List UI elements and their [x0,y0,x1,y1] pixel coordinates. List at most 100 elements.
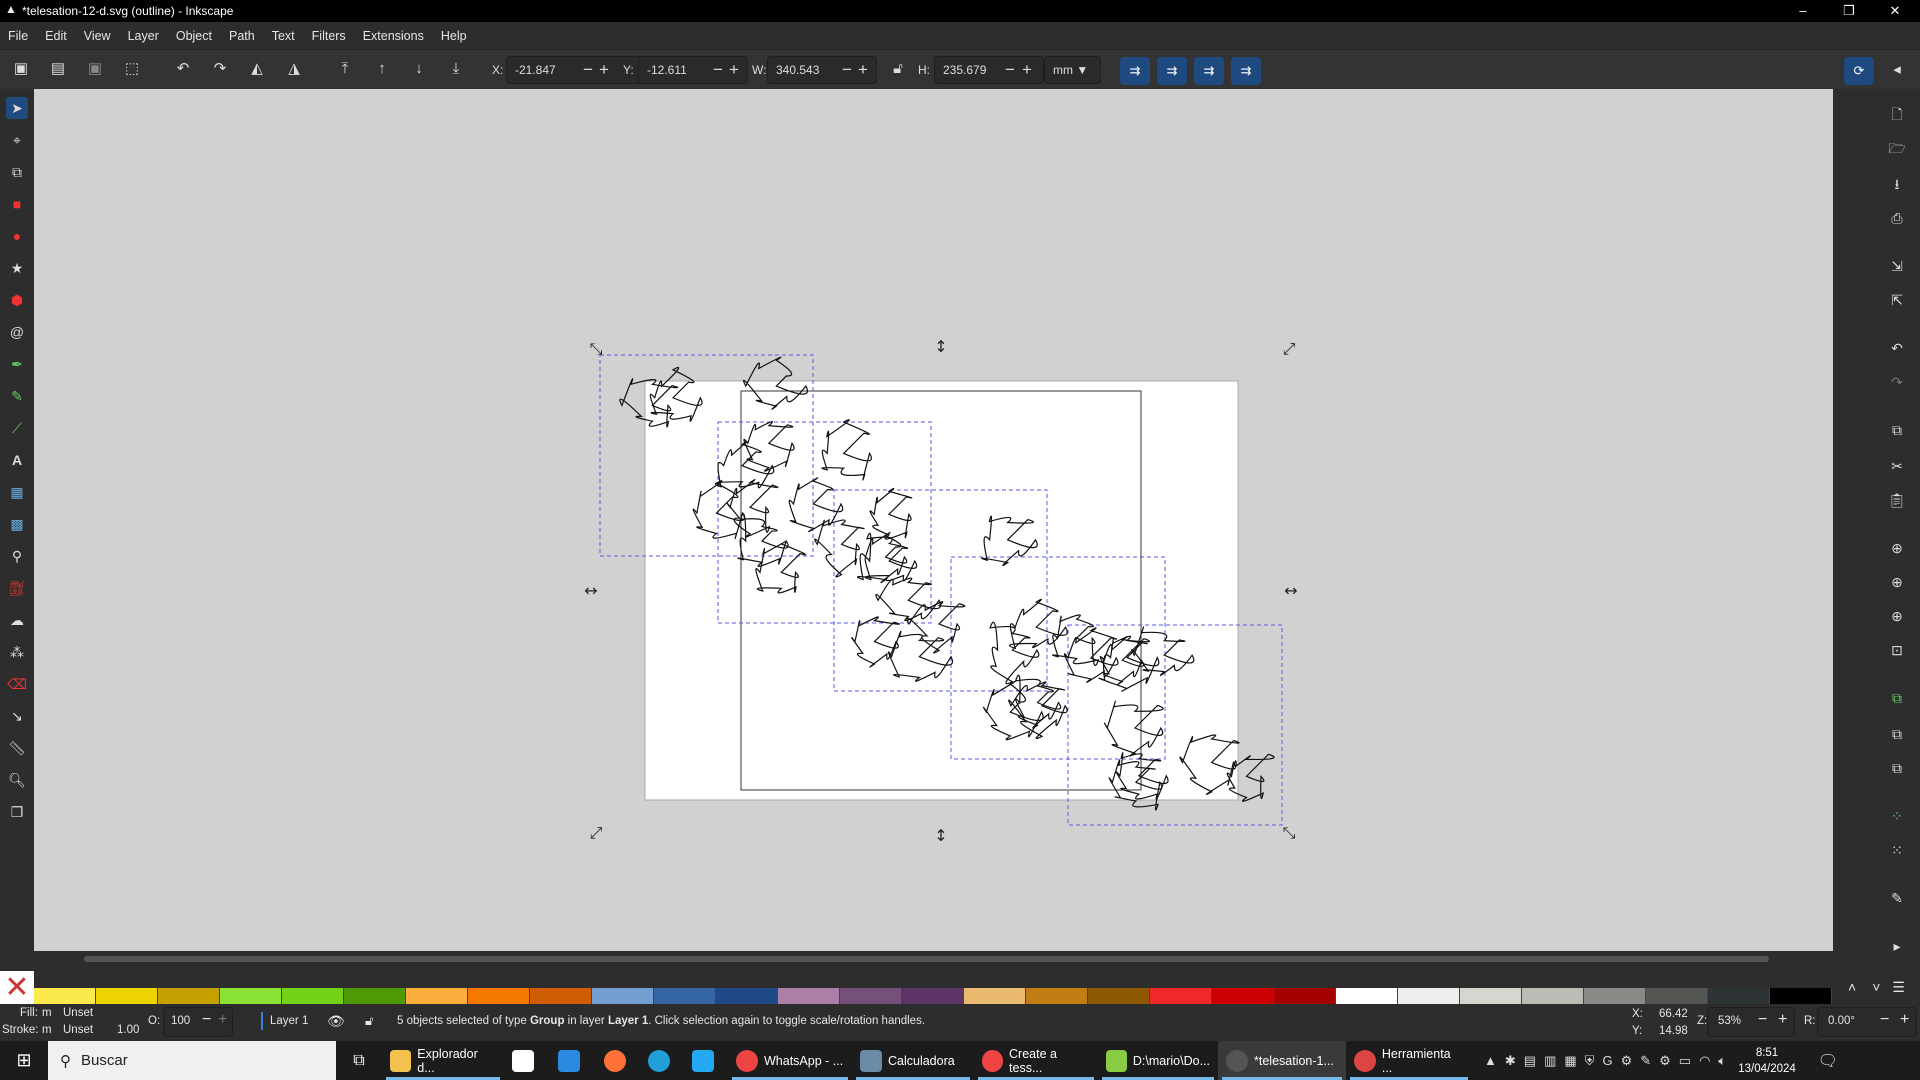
mesh-tool-icon[interactable]: ▩ [6,513,28,535]
copy-icon[interactable]: ⧉ [1885,419,1909,441]
taskbar-firefox[interactable] [596,1041,640,1080]
ungroup-icon[interactable]: ⁙ [1885,839,1909,861]
color-swatch[interactable] [1274,988,1336,1004]
color-swatch[interactable] [530,988,592,1004]
app-icon[interactable]: ▤ [1524,1053,1536,1069]
color-swatch[interactable] [1770,988,1832,1004]
rotate-cw-icon[interactable]: ↷ [209,58,231,80]
battery-icon[interactable]: ▭ [1679,1053,1691,1069]
dropper-tool-icon[interactable]: ⚲ [6,545,28,567]
unlink-clone-icon[interactable]: ⧉ [1885,757,1909,779]
color-swatch[interactable] [468,988,530,1004]
print-icon[interactable]: ⎙ [1885,207,1909,229]
app-icon[interactable]: ⚙ [1621,1053,1633,1069]
taskbar-store[interactable] [504,1041,550,1080]
taskbar-snipping-tool[interactable]: Herramienta ... [1346,1041,1472,1080]
ellipse-tool-icon[interactable]: ● [6,225,28,247]
zoom-page-width-icon[interactable]: ⊡ [1885,639,1909,661]
taskbar-inkscape[interactable]: *telesation-1... [1218,1041,1346,1080]
color-swatch[interactable] [282,988,344,1004]
start-button[interactable]: ⊞ [0,1041,48,1080]
opacity-decrement[interactable]: − [202,1011,211,1029]
snap-popover-icon[interactable]: ◂ [1886,59,1908,81]
select-same-icon[interactable]: ⬚ [121,58,143,80]
flip-horizontal-icon[interactable]: ◭ [246,58,268,80]
deselect-icon[interactable]: ▣ [84,58,106,80]
x-increment[interactable]: + [599,56,609,84]
pages-tool-icon[interactable]: ❐ [6,801,28,823]
taskbar-mail[interactable] [550,1041,596,1080]
notifications-icon[interactable]: 🗨︎ [1818,1051,1838,1071]
stroke-value[interactable]: Unset [63,1024,93,1036]
rotation-spin[interactable]: 0.00° − + [1817,1007,1917,1037]
zoom-value[interactable]: 53% [1718,1015,1741,1027]
zoom-increment[interactable]: + [1778,1011,1787,1029]
tweak-tool-icon[interactable]: ☁ [6,609,28,631]
export-icon[interactable]: ⇱ [1885,289,1909,311]
layer-visibility-icon[interactable]: 👁︎ [327,1013,345,1030]
3d-box-tool-icon[interactable]: ⬢ [6,289,28,311]
menu-edit[interactable]: Edit [45,29,67,43]
color-swatch[interactable] [96,988,158,1004]
color-swatch[interactable] [1336,988,1398,1004]
color-swatch[interactable] [1212,988,1274,1004]
color-swatch[interactable] [1088,988,1150,1004]
taskbar-whatsapp[interactable]: WhatsApp - ... [728,1041,852,1080]
canvas[interactable]: ⤡ ↕ ⤢ ↔ ↔ ⤢ ↕ ⤡ [34,89,1833,951]
color-swatch[interactable] [592,988,654,1004]
menu-view[interactable]: View [84,29,111,43]
taskbar-edge[interactable] [640,1041,684,1080]
restore-button[interactable]: ❐ [1826,0,1872,22]
star-tool-icon[interactable]: ★ [6,257,28,279]
flip-vertical-icon[interactable]: ◮ [283,58,305,80]
palette-scroll-down-icon[interactable]: ˅ [1872,971,1880,1004]
fill-stroke-icon[interactable]: ✎ [1885,887,1909,909]
task-view-button[interactable]: ⧉ [336,1041,382,1080]
connector-tool-icon[interactable]: ↘ [6,705,28,727]
menu-path[interactable]: Path [229,29,255,43]
minimize-button[interactable]: – [1780,0,1826,22]
color-swatch[interactable] [1150,988,1212,1004]
menu-object[interactable]: Object [176,29,212,43]
menu-extensions[interactable]: Extensions [363,29,424,43]
current-layer[interactable]: Layer 1 [270,1015,308,1027]
spray-tool-icon[interactable]: ⁂ [6,641,28,663]
color-swatch[interactable] [158,988,220,1004]
transform-gradients-button[interactable]: ⇉ [1194,57,1224,85]
color-swatch[interactable] [1522,988,1584,1004]
taskbar-calculator[interactable]: Calculadora [852,1041,974,1080]
taskbar-explorer[interactable]: Explorador d... [382,1041,504,1080]
close-button[interactable]: ✕ [1872,0,1918,22]
menu-layer[interactable]: Layer [128,29,159,43]
color-swatch[interactable] [716,988,778,1004]
raise-icon[interactable]: ↑ [371,58,393,80]
rotation-increment[interactable]: + [1900,1011,1909,1029]
rotate-ccw-icon[interactable]: ↶ [172,58,194,80]
pen-tool-icon[interactable]: ✒ [6,353,28,375]
x-decrement[interactable]: − [583,56,593,84]
wifi-icon[interactable]: ◠ [1699,1053,1710,1069]
color-swatch[interactable] [34,988,96,1004]
raise-to-top-icon[interactable]: ⤒ [334,58,356,80]
undo-icon[interactable]: ↶ [1885,337,1909,359]
palette-menu-icon[interactable]: ☰ [1892,971,1905,1004]
scale-handle-sw-icon[interactable]: ⤢ [590,823,603,842]
clock[interactable]: 8:51 13/04/2024 [1738,1045,1796,1077]
search-box[interactable]: ⚲ Buscar [48,1041,336,1080]
save-icon[interactable]: ⭳ [1885,173,1909,195]
text-tool-icon[interactable]: A [6,449,28,471]
palette-scroll-up-icon[interactable]: ˄ [1848,971,1856,1004]
lower-to-bottom-icon[interactable]: ⤓ [445,58,467,80]
open-icon[interactable]: 🗁 [1885,137,1909,159]
pen-icon[interactable]: ✎ [1640,1053,1651,1069]
scale-handle-ne-icon[interactable]: ⤢ [1283,339,1296,358]
opacity-value[interactable]: 100 [171,1015,190,1027]
calligraphy-tool-icon[interactable]: ⟋ [6,417,28,439]
color-swatch[interactable] [1584,988,1646,1004]
clone-icon[interactable]: ⧉ [1885,723,1909,745]
color-swatch[interactable] [406,988,468,1004]
snap-toggle-button[interactable]: ⟳ [1844,57,1874,85]
import-icon[interactable]: ⇲ [1885,255,1909,277]
color-swatch[interactable] [220,988,282,1004]
select-all-icon[interactable]: ▣ [10,58,32,80]
